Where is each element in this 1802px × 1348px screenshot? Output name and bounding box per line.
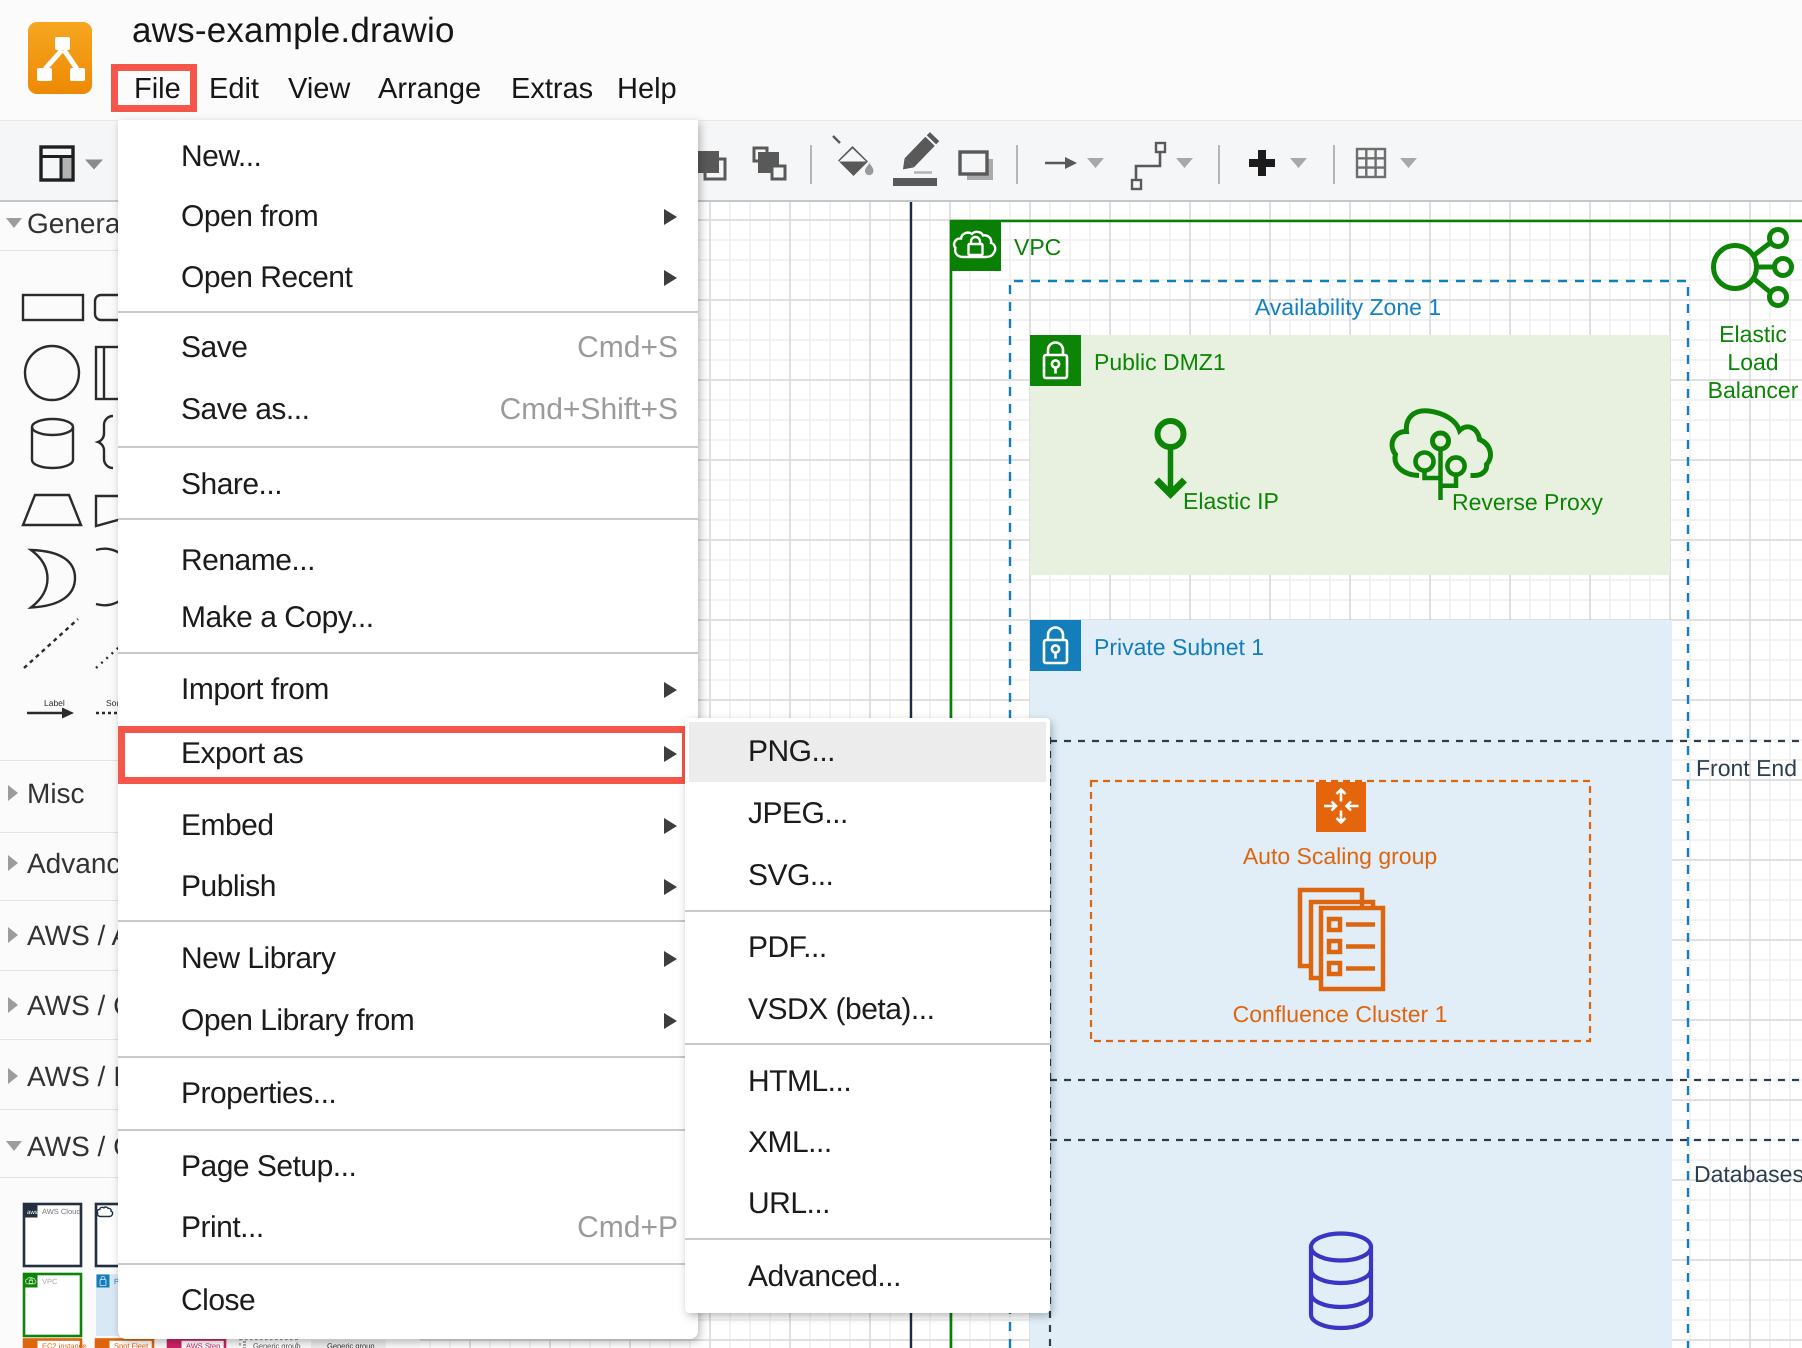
svg-text:Balancer: Balancer bbox=[1708, 377, 1799, 403]
svg-text:Label: Label bbox=[44, 698, 65, 708]
svg-text:VPC: VPC bbox=[1014, 234, 1061, 260]
svg-text:aws: aws bbox=[27, 1210, 38, 1216]
svg-text:VPC: VPC bbox=[42, 1277, 58, 1286]
svg-text:Elastic: Elastic bbox=[1719, 321, 1787, 347]
svg-text:Availability Zone 1: Availability Zone 1 bbox=[1255, 294, 1441, 320]
svg-text:Auto Scaling group: Auto Scaling group bbox=[1243, 843, 1437, 869]
svg-text:Private Subnet 1: Private Subnet 1 bbox=[1094, 634, 1264, 660]
svg-text:EC2 instance: EC2 instance bbox=[42, 1342, 87, 1348]
svg-text:AWS Step: AWS Step bbox=[186, 1342, 220, 1348]
svg-text:Generic group: Generic group bbox=[327, 1342, 375, 1348]
svg-text:Load: Load bbox=[1727, 349, 1778, 375]
svg-text:Front End: Front End bbox=[1696, 755, 1797, 781]
svg-text:Spot Fleet: Spot Fleet bbox=[114, 1342, 149, 1348]
svg-text:Databases: Databases bbox=[1694, 1161, 1802, 1187]
svg-text:Public DMZ1: Public DMZ1 bbox=[1094, 349, 1226, 375]
svg-text:Elastic IP: Elastic IP bbox=[1183, 488, 1279, 514]
svg-text:Reverse Proxy: Reverse Proxy bbox=[1452, 489, 1603, 515]
svg-text:AWS Cloud: AWS Cloud bbox=[42, 1207, 81, 1216]
svg-text:Confluence Cluster 1: Confluence Cluster 1 bbox=[1233, 1001, 1448, 1027]
svg-text:Generic group: Generic group bbox=[253, 1342, 301, 1348]
